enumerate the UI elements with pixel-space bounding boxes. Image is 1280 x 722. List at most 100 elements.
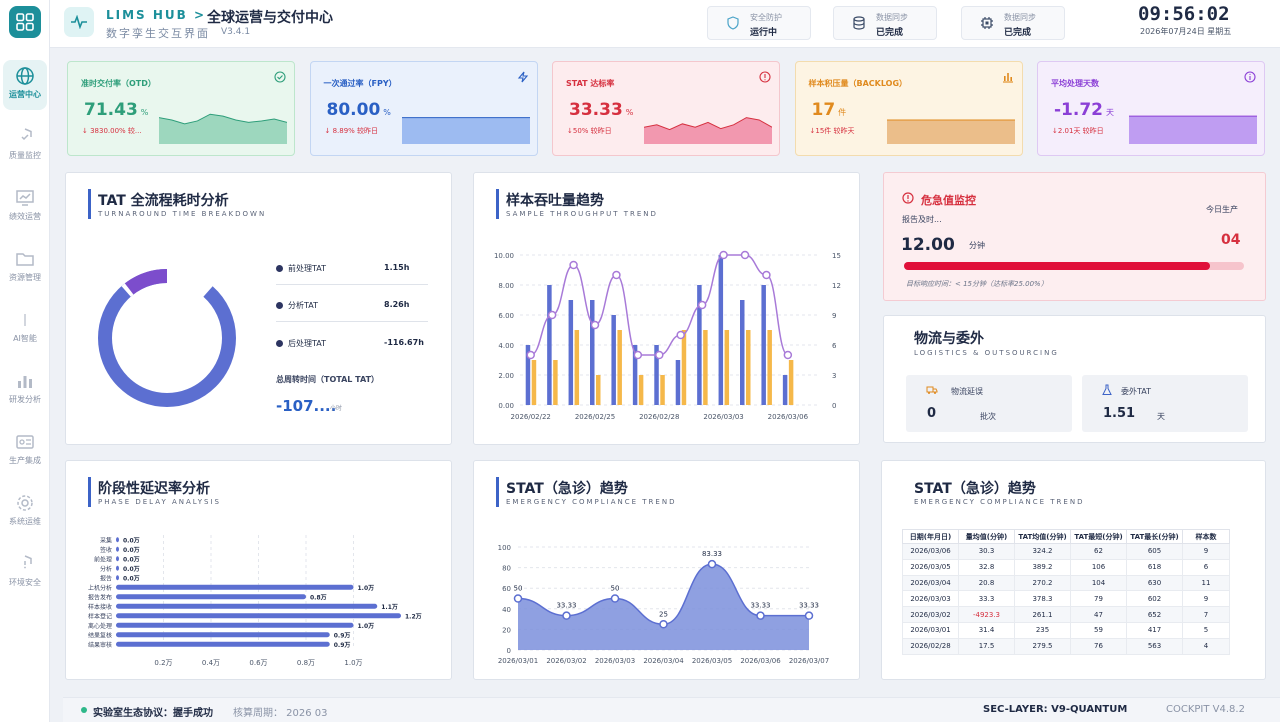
- kpi-card-1[interactable]: 一次通过率（FPY） 80.00% ↓ 8.89% 较昨日: [309, 61, 538, 156]
- kpi-card-3[interactable]: 样本积压量（BACKLOG） 17 件 ↓15件 较昨天: [794, 61, 1023, 156]
- bar-series-2[interactable]: [574, 330, 580, 405]
- table-header[interactable]: 量均值(分钟): [958, 529, 1015, 544]
- line-point[interactable]: [762, 270, 771, 280]
- area-point[interactable]: [804, 611, 814, 620]
- bar-series-1[interactable]: [590, 300, 595, 405]
- legend-item[interactable]: 后处理TAT: [276, 338, 326, 349]
- line-point[interactable]: [633, 350, 643, 360]
- bar-series-1[interactable]: [761, 285, 766, 405]
- bar-series-1[interactable]: [782, 375, 788, 405]
- line-point[interactable]: [655, 350, 664, 360]
- legend-item[interactable]: 前处理TAT: [276, 263, 326, 274]
- kpi-card-0[interactable]: 准时交付率（OTD） 71.43% ↓ 3830.00% 较...: [67, 61, 295, 156]
- line-point[interactable]: [740, 250, 750, 260]
- line-point[interactable]: [612, 270, 621, 280]
- delay-bar[interactable]: [116, 632, 330, 638]
- line-point[interactable]: [676, 330, 685, 340]
- bar-series-2[interactable]: [638, 375, 644, 405]
- line-point[interactable]: [697, 300, 707, 310]
- area-point[interactable]: [707, 559, 717, 569]
- bar-series-2[interactable]: [617, 330, 622, 405]
- tat-donut-chart[interactable]: [94, 265, 240, 411]
- bar-series-2[interactable]: [531, 360, 537, 405]
- line-point[interactable]: [526, 350, 535, 360]
- sidebar-item-5[interactable]: 研发分析: [3, 365, 47, 415]
- bar-series-2[interactable]: [553, 360, 558, 405]
- area-point[interactable]: [562, 611, 571, 620]
- delay-bar[interactable]: [116, 537, 119, 543]
- delay-bar[interactable]: [116, 622, 354, 628]
- brand-name[interactable]: LIMS HUB >: [106, 8, 206, 22]
- delay-chart[interactable]: 0.2万 0.4万 0.6万 0.8万 1.0万采集 0.0万签收 0.0万前处理 0.0万分…: [66, 531, 451, 676]
- bar-series-2[interactable]: [788, 360, 794, 405]
- bar-series-1[interactable]: [740, 300, 745, 405]
- line-point[interactable]: [719, 250, 728, 260]
- table-row[interactable]: 2026/03/04 20.8 270.2 104 630 11: [902, 574, 1230, 592]
- bar-series-2[interactable]: [724, 330, 730, 405]
- logistics-outsource-tile[interactable]: 委外TAT 1.51 天: [1082, 375, 1248, 432]
- table-header[interactable]: TAT最短(分钟): [1070, 529, 1127, 544]
- bar-series-1[interactable]: [611, 315, 616, 405]
- table-header[interactable]: 样本数: [1182, 529, 1230, 544]
- legend-item[interactable]: 分析TAT: [276, 300, 318, 311]
- line-point[interactable]: [783, 350, 793, 360]
- bar-series-2[interactable]: [596, 375, 601, 405]
- bar-series-2[interactable]: [767, 330, 772, 405]
- sidebar-item-1[interactable]: 质量监控: [3, 121, 47, 171]
- throughput-chart[interactable]: 0.00 0 2.00 3 4.00 6 6.00 9 8.00 12 10.00 15 2026/02…: [474, 243, 859, 428]
- status-dot: [81, 707, 87, 713]
- bar-series-1[interactable]: [568, 300, 574, 405]
- area-point[interactable]: [756, 611, 765, 620]
- status-datasync-2[interactable]: 数据同步 已完成: [961, 6, 1065, 40]
- sidebar-item-8[interactable]: 环境安全: [3, 548, 47, 598]
- delay-bar[interactable]: [116, 584, 354, 590]
- table-row[interactable]: 2026/03/06 30.3 324.2 62 605 9: [902, 543, 1230, 560]
- sidebar-item-2[interactable]: 绩效运营: [3, 182, 47, 232]
- donut-slice-post[interactable]: [98, 269, 236, 407]
- kpi-card-4[interactable]: 平均处理天数 -1.72 天 ↓2.01天 较昨日: [1037, 61, 1265, 156]
- line-point[interactable]: [569, 260, 578, 270]
- sidebar-item-6[interactable]: 生产集成: [3, 426, 47, 476]
- bar-series-2[interactable]: [746, 330, 751, 405]
- bar-series-2[interactable]: [660, 375, 665, 405]
- area-point[interactable]: [610, 594, 620, 603]
- table-row[interactable]: 2026/02/28 17.5 279.5 76 563 4: [902, 637, 1230, 655]
- delay-bar[interactable]: [116, 641, 330, 647]
- sidebar-item-3[interactable]: 资源管理: [3, 243, 47, 293]
- logistics-delay-tile[interactable]: 物流延误 0 批次: [906, 375, 1072, 432]
- status-security[interactable]: 安全防护 运行中: [707, 6, 811, 40]
- kpi-card-2[interactable]: STAT 达标率 33.33% ↓50% 较昨日: [552, 61, 780, 156]
- table-row[interactable]: 2026/03/03 33.3 378.3 79 602 9: [902, 590, 1230, 608]
- table-header[interactable]: 日期(年月日): [902, 529, 959, 544]
- sidebar-item-0[interactable]: 运营中心: [3, 60, 47, 110]
- delay-bar[interactable]: [116, 546, 119, 552]
- bar-series-2[interactable]: [703, 330, 708, 405]
- stat-trend-chart[interactable]: 0 20 40 60 80 100 50 2026/03/01 33.33 2026/03/02 5…: [474, 533, 859, 678]
- table-cell: 605: [1126, 543, 1183, 560]
- table-header[interactable]: TAT均值(分钟): [1014, 529, 1071, 544]
- delay-bar[interactable]: [116, 594, 306, 600]
- legend-value: 8.26h: [384, 300, 410, 309]
- bar-series-1[interactable]: [718, 255, 724, 405]
- delay-bar[interactable]: [116, 575, 119, 581]
- delay-bar[interactable]: [116, 603, 378, 609]
- status-value: 已完成: [1004, 28, 1032, 38]
- delay-bar[interactable]: [116, 556, 119, 562]
- sidebar-item-7[interactable]: 系统运维: [3, 487, 47, 537]
- table-row[interactable]: 2026/03/05 32.8 389.2 106 618 6: [902, 558, 1230, 576]
- table-row[interactable]: 2026/03/02 -4923.3 261.1 47 652 7: [902, 606, 1230, 623]
- app-logo[interactable]: [9, 6, 41, 38]
- status-datasync[interactable]: 数据同步 已完成: [833, 6, 937, 40]
- bar-series-1[interactable]: [547, 285, 552, 405]
- table-header[interactable]: TAT最长(分钟): [1126, 529, 1183, 544]
- area-point[interactable]: [513, 594, 523, 603]
- line-point[interactable]: [547, 310, 557, 320]
- sidebar-item-4[interactable]: AI智能: [3, 304, 47, 354]
- area-point[interactable]: [659, 620, 668, 629]
- delay-bar[interactable]: [116, 565, 119, 571]
- bar-series-2[interactable]: [681, 330, 687, 405]
- line-point[interactable]: [590, 320, 600, 330]
- bar-series-1[interactable]: [675, 360, 681, 405]
- table-row[interactable]: 2026/03/01 31.4 235 59 417 5: [902, 621, 1230, 639]
- delay-bar[interactable]: [116, 613, 401, 619]
